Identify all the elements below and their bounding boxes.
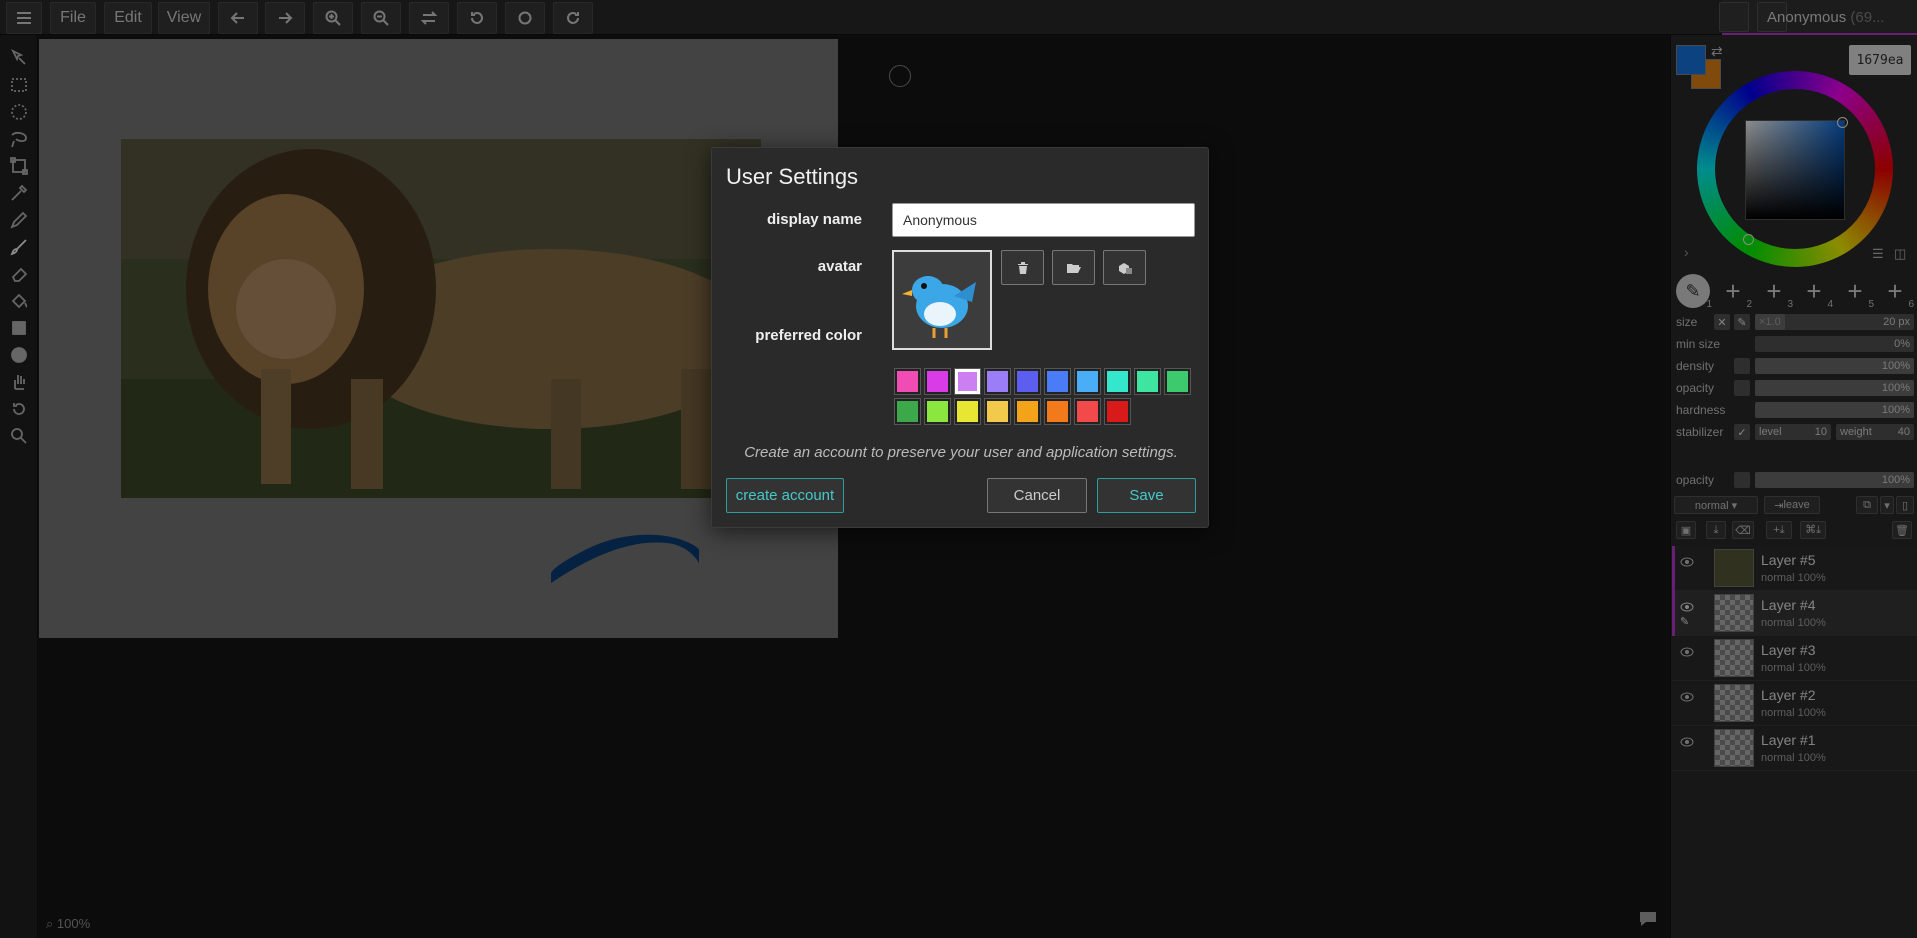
color-swatch[interactable] <box>1134 368 1161 395</box>
trash-icon <box>1017 261 1028 274</box>
dialog-title: User Settings <box>726 164 859 189</box>
color-swatch[interactable] <box>1104 398 1131 425</box>
color-swatch[interactable] <box>1074 368 1101 395</box>
color-swatch[interactable] <box>924 398 951 425</box>
color-swatch[interactable] <box>1074 398 1101 425</box>
avatar-preview[interactable] <box>892 250 992 350</box>
color-swatch[interactable] <box>894 368 921 395</box>
display-name-label: display name <box>766 211 862 228</box>
color-swatch[interactable] <box>1044 398 1071 425</box>
preferred-color-palette <box>894 368 1195 429</box>
account-info-text: Create an account to preserve your user … <box>744 444 1178 461</box>
color-swatch[interactable] <box>984 398 1011 425</box>
color-swatch[interactable] <box>1164 368 1191 395</box>
random-avatar-button[interactable] <box>1103 250 1146 285</box>
color-swatch[interactable] <box>894 398 921 425</box>
color-swatch[interactable] <box>924 368 951 395</box>
bird-avatar-icon <box>902 276 976 338</box>
color-swatch[interactable] <box>984 368 1011 395</box>
color-swatch[interactable] <box>954 398 981 425</box>
save-button[interactable]: Save <box>1097 478 1196 513</box>
color-swatch[interactable] <box>1014 398 1041 425</box>
color-swatch[interactable] <box>1044 368 1071 395</box>
delete-avatar-button[interactable] <box>1001 250 1044 285</box>
display-name-input[interactable] <box>892 203 1195 237</box>
dice-icon <box>1118 262 1132 274</box>
user-settings-dialog: User Settings display name avatar prefer… <box>711 147 1209 528</box>
color-swatch[interactable] <box>954 368 981 395</box>
upload-avatar-button[interactable] <box>1052 250 1095 285</box>
color-swatch[interactable] <box>1104 368 1131 395</box>
folder-open-icon <box>1066 263 1081 273</box>
color-swatch[interactable] <box>1014 368 1041 395</box>
avatar-label: avatar <box>817 258 862 275</box>
create-account-button[interactable]: create account <box>726 478 844 513</box>
preferred-color-label: preferred color <box>755 327 862 344</box>
app-root: File Edit View Anonymous (69... ⌕ 100% ⇄… <box>0 0 1917 938</box>
cancel-button[interactable]: Cancel <box>987 478 1087 513</box>
